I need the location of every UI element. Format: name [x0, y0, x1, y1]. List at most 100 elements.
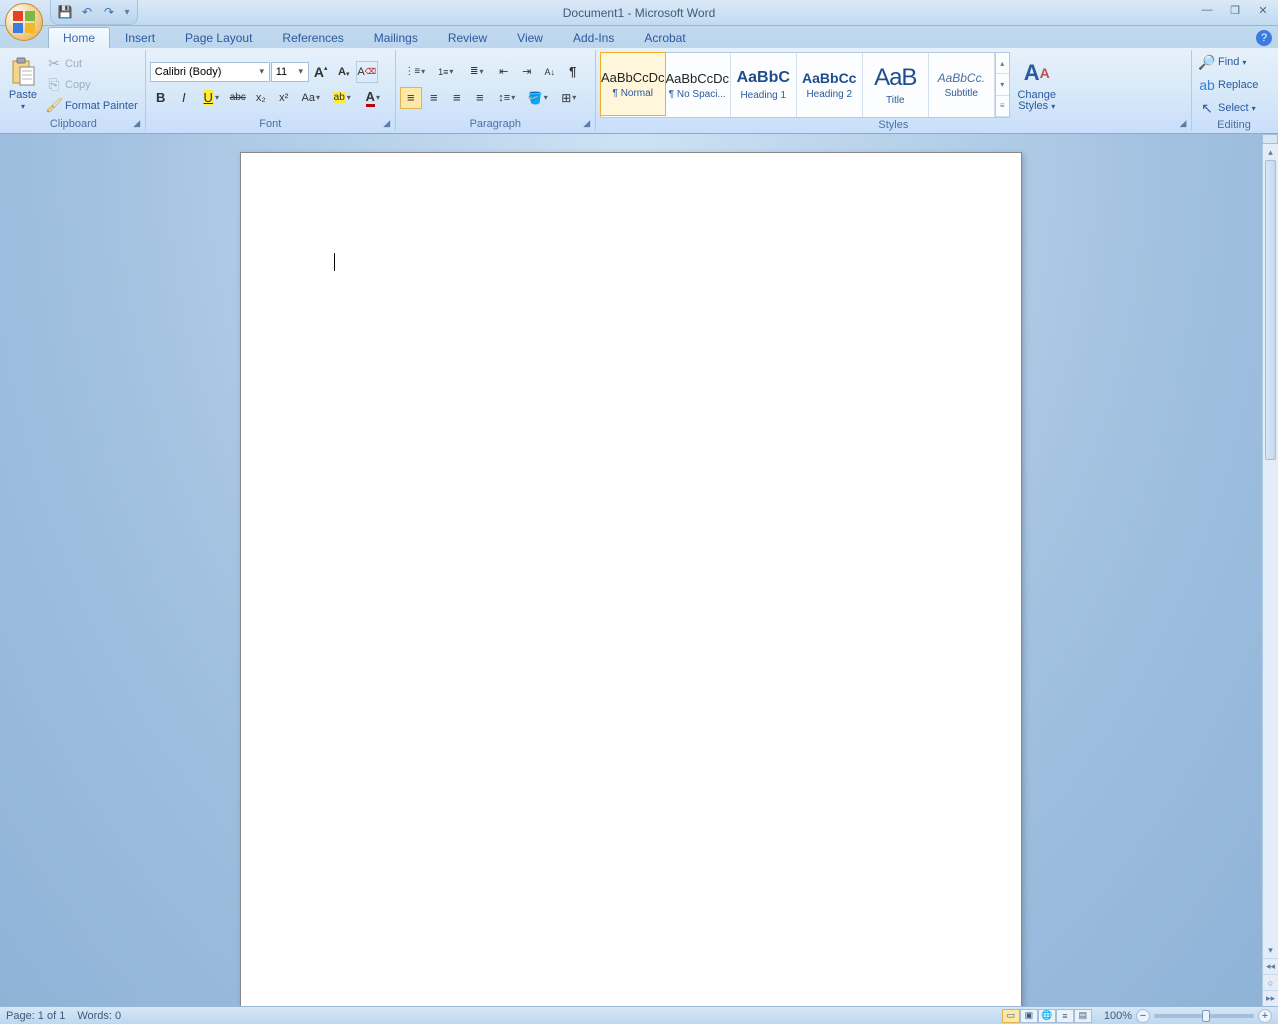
align-right-button[interactable]: ≡ — [446, 87, 468, 109]
style-normal[interactable]: AaBbCcDc¶ Normal — [600, 52, 666, 116]
font-size-input[interactable] — [272, 63, 294, 81]
chevron-down-icon[interactable]: ▾ — [255, 66, 269, 77]
show-marks-button[interactable]: ¶ — [562, 61, 584, 83]
zoom-in-button[interactable]: + — [1258, 1009, 1272, 1023]
chevron-down-icon[interactable]: ▾ — [294, 66, 308, 77]
zoom-slider-thumb[interactable] — [1202, 1010, 1210, 1022]
font-size-combo[interactable]: ▾ — [271, 62, 309, 82]
format-painter-button[interactable]: 🖌Format Painter — [43, 96, 141, 116]
document-page[interactable] — [240, 152, 1022, 1006]
zoom-slider[interactable] — [1154, 1014, 1254, 1018]
italic-button[interactable]: I — [173, 87, 195, 109]
tab-add-ins[interactable]: Add-Ins — [558, 27, 629, 48]
zoom-percent[interactable]: 100% — [1104, 1010, 1132, 1022]
font-launcher-icon[interactable]: ◢ — [381, 117, 393, 129]
view-print-layout-button[interactable]: ▭ — [1002, 1009, 1020, 1023]
numbering-button[interactable]: 1≡▾ — [431, 61, 461, 83]
tab-mailings[interactable]: Mailings — [359, 27, 433, 48]
tab-review[interactable]: Review — [433, 27, 502, 48]
decrease-indent-button[interactable]: ⇤ — [493, 61, 515, 83]
scroll-thumb[interactable] — [1265, 160, 1276, 460]
align-left-button[interactable]: ≡ — [400, 87, 422, 109]
tab-page-layout[interactable]: Page Layout — [170, 27, 267, 48]
prev-page-icon[interactable]: ◂◂ — [1263, 958, 1278, 974]
tab-acrobat[interactable]: Acrobat — [629, 27, 700, 48]
tab-home[interactable]: Home — [48, 27, 110, 48]
style-heading-1[interactable]: AaBbCHeading 1 — [731, 53, 797, 117]
group-label-editing: Editing — [1196, 118, 1272, 132]
office-button[interactable] — [5, 3, 43, 41]
shrink-font-button[interactable]: A▾ — [333, 61, 355, 83]
scroll-up-icon[interactable]: ▴ — [1263, 144, 1278, 160]
bold-button[interactable]: B — [150, 87, 172, 109]
status-page[interactable]: Page: 1 of 1 — [6, 1010, 65, 1022]
change-case-button[interactable]: Aa▾ — [296, 87, 326, 109]
grow-font-button[interactable]: A▴ — [310, 61, 332, 83]
view-web-button[interactable]: 🌐 — [1038, 1009, 1056, 1023]
minimize-button[interactable]: — — [1196, 2, 1218, 18]
gallery-more-icon[interactable]: ≡ — [996, 96, 1009, 117]
subscript-button[interactable]: x₂ — [250, 87, 272, 109]
zoom-out-button[interactable]: − — [1136, 1009, 1150, 1023]
next-page-icon[interactable]: ▸▸ — [1263, 990, 1278, 1006]
multilevel-button[interactable]: ≣▾ — [462, 61, 492, 83]
qat-more-icon[interactable]: ▾ — [123, 7, 131, 18]
tab-insert[interactable]: Insert — [110, 27, 170, 48]
scroll-down-icon[interactable]: ▾ — [1263, 942, 1278, 958]
align-center-button[interactable]: ≡ — [423, 87, 445, 109]
font-name-combo[interactable]: ▾ — [150, 62, 270, 82]
status-words[interactable]: Words: 0 — [77, 1010, 121, 1022]
gallery-up-icon[interactable]: ▴ — [996, 53, 1009, 74]
split-handle[interactable] — [1262, 134, 1278, 144]
scroll-track[interactable] — [1263, 160, 1278, 942]
underline-button[interactable]: U▾ — [196, 87, 226, 109]
view-draft-button[interactable]: ▤ — [1074, 1009, 1092, 1023]
style-heading-2[interactable]: AaBbCcHeading 2 — [797, 53, 863, 117]
increase-indent-button[interactable]: ⇥ — [516, 61, 538, 83]
borders-button[interactable]: ⊞▾ — [554, 87, 584, 109]
help-icon[interactable]: ? — [1256, 30, 1272, 46]
copy-button[interactable]: ⎘Copy — [43, 75, 141, 95]
style-no-spacing[interactable]: AaBbCcDc¶ No Spaci... — [665, 53, 731, 117]
undo-icon[interactable]: ↶ — [79, 4, 95, 20]
style-title[interactable]: AaBTitle — [863, 53, 929, 117]
redo-icon[interactable]: ↷ — [101, 4, 117, 20]
ribbon: Paste▾ ✂Cut ⎘Copy 🖌Format Painter Clipbo… — [0, 48, 1278, 134]
format-painter-icon: 🖌 — [46, 98, 62, 114]
styles-launcher-icon[interactable]: ◢ — [1177, 117, 1189, 129]
highlight-button[interactable]: ab▾ — [327, 87, 357, 109]
tab-references[interactable]: References — [267, 27, 358, 48]
view-outline-button[interactable]: ≡ — [1056, 1009, 1074, 1023]
clipboard-launcher-icon[interactable]: ◢ — [131, 117, 143, 129]
tab-view[interactable]: View — [502, 27, 558, 48]
superscript-button[interactable]: x² — [273, 87, 295, 109]
change-styles-button[interactable]: AA Change Styles ▾ — [1013, 56, 1061, 114]
find-button[interactable]: 🔎Find ▾ — [1196, 52, 1272, 72]
close-button[interactable]: ✕ — [1252, 2, 1274, 18]
font-color-button[interactable]: A▾ — [358, 87, 388, 109]
title-bar: 💾 ↶ ↷ ▾ Document1 - Microsoft Word — ❐ ✕ — [0, 0, 1278, 26]
save-icon[interactable]: 💾 — [57, 4, 73, 20]
browse-object-icon[interactable]: ○ — [1263, 974, 1278, 990]
document-area[interactable] — [0, 134, 1262, 1006]
cut-button[interactable]: ✂Cut — [43, 54, 141, 74]
clear-formatting-button[interactable]: A⌫ — [356, 61, 378, 83]
shading-button[interactable]: 🪣▾ — [523, 87, 553, 109]
change-styles-icon: AA — [1022, 58, 1052, 88]
paste-button[interactable]: Paste▾ — [6, 52, 40, 117]
strikethrough-button[interactable]: abc — [227, 87, 249, 109]
sort-button[interactable]: A↓ — [539, 61, 561, 83]
bullets-button[interactable]: ⋮≡▾ — [400, 61, 430, 83]
justify-button[interactable]: ≡ — [469, 87, 491, 109]
font-name-input[interactable] — [151, 63, 255, 81]
style-subtitle[interactable]: AaBbCc.Subtitle — [929, 53, 995, 117]
status-bar: Page: 1 of 1 Words: 0 ▭ ▣ 🌐 ≡ ▤ 100% − + — [0, 1006, 1278, 1024]
gallery-down-icon[interactable]: ▾ — [996, 74, 1009, 95]
line-spacing-button[interactable]: ↕≡▾ — [492, 87, 522, 109]
select-button[interactable]: ↖Select ▾ — [1196, 98, 1272, 118]
view-full-screen-button[interactable]: ▣ — [1020, 1009, 1038, 1023]
replace-button[interactable]: abReplace — [1196, 75, 1272, 95]
paragraph-launcher-icon[interactable]: ◢ — [581, 117, 593, 129]
window-title: Document1 - Microsoft Word — [563, 6, 716, 20]
restore-button[interactable]: ❐ — [1224, 2, 1246, 18]
